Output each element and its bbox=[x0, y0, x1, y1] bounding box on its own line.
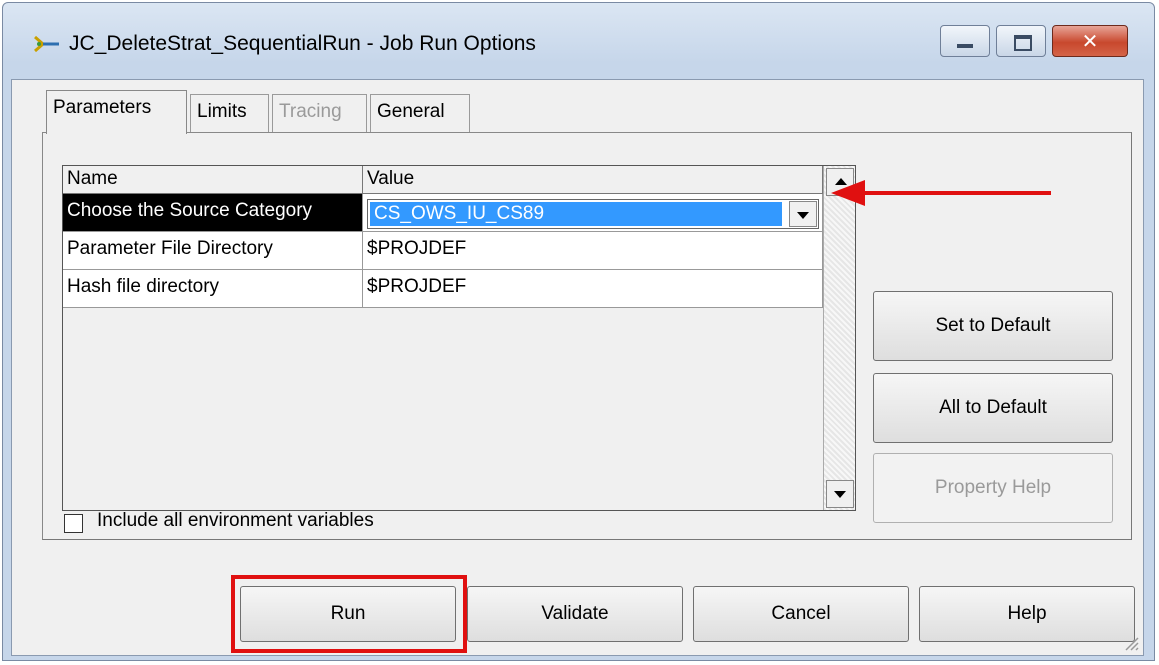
dropdown-button[interactable] bbox=[789, 201, 817, 227]
parameters-tab-panel: Name Value Choose the Source Category CS… bbox=[42, 132, 1132, 540]
parameters-grid[interactable]: Name Value Choose the Source Category CS… bbox=[62, 165, 856, 511]
tab-tracing: Tracing bbox=[272, 94, 367, 132]
close-button[interactable]: ✕ bbox=[1052, 25, 1128, 57]
job-sequence-icon bbox=[34, 35, 59, 53]
minimize-button[interactable] bbox=[940, 25, 990, 57]
all-to-default-button[interactable]: All to Default bbox=[873, 373, 1113, 443]
include-env-vars-checkbox[interactable] bbox=[64, 514, 83, 533]
title-bar[interactable]: JC_DeleteStrat_SequentialRun - Job Run O… bbox=[3, 3, 1154, 81]
tab-limits[interactable]: Limits bbox=[190, 94, 269, 132]
source-category-dropdown[interactable]: CS_OWS_IU_CS89 bbox=[367, 199, 819, 229]
validate-button[interactable]: Validate bbox=[467, 586, 683, 642]
dropdown-selected-value[interactable]: CS_OWS_IU_CS89 bbox=[370, 202, 782, 226]
tab-parameters[interactable]: Parameters bbox=[46, 90, 187, 134]
close-icon: ✕ bbox=[1081, 29, 1099, 53]
column-header-value[interactable]: Value bbox=[363, 166, 823, 194]
scroll-down-button[interactable] bbox=[826, 480, 854, 508]
run-button[interactable]: Run bbox=[240, 586, 456, 642]
resize-grip-icon[interactable] bbox=[1121, 633, 1139, 651]
maximize-icon bbox=[1014, 35, 1032, 51]
help-button[interactable]: Help bbox=[919, 586, 1135, 642]
param-name-cell[interactable]: Choose the Source Category bbox=[63, 194, 363, 232]
grid-vertical-scrollbar[interactable] bbox=[823, 166, 855, 510]
window-title: JC_DeleteStrat_SequentialRun - Job Run O… bbox=[69, 32, 536, 55]
job-run-options-window: JC_DeleteStrat_SequentialRun - Job Run O… bbox=[2, 2, 1155, 661]
minimize-icon bbox=[957, 44, 973, 48]
param-name-cell[interactable]: Hash file directory bbox=[63, 270, 363, 308]
set-to-default-button[interactable]: Set to Default bbox=[873, 291, 1113, 361]
annotation-arrow-icon bbox=[831, 180, 1051, 206]
tab-general[interactable]: General bbox=[370, 94, 470, 132]
param-name-cell[interactable]: Parameter File Directory bbox=[63, 232, 363, 270]
chevron-down-icon bbox=[797, 212, 809, 219]
cancel-button[interactable]: Cancel bbox=[693, 586, 909, 642]
maximize-button[interactable] bbox=[996, 25, 1046, 57]
property-help-button: Property Help bbox=[873, 453, 1113, 523]
scroll-down-arrow-icon bbox=[834, 491, 846, 498]
dialog-client-area: Parameters Limits Tracing General Name V… bbox=[11, 79, 1144, 656]
include-env-vars-label[interactable]: Include all environment variables bbox=[97, 510, 374, 532]
param-value-cell[interactable]: $PROJDEF bbox=[363, 232, 823, 270]
param-value-cell[interactable]: $PROJDEF bbox=[363, 270, 823, 308]
column-header-name[interactable]: Name bbox=[63, 166, 363, 194]
